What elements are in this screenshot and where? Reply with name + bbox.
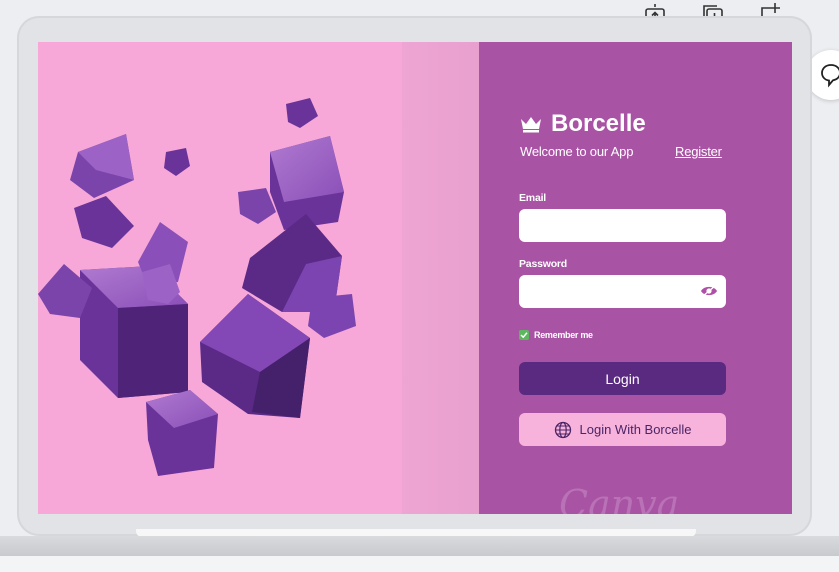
brand-name: Borcelle: [551, 110, 646, 137]
welcome-text: Welcome to our App: [520, 144, 634, 159]
email-label: Email: [519, 192, 547, 204]
laptop-shadow: [0, 556, 839, 572]
comment-icon: [821, 64, 839, 88]
laptop-base: [0, 536, 839, 556]
check-icon: [520, 332, 528, 339]
crown-icon: [519, 115, 543, 133]
art-edge-shadow: [402, 42, 480, 514]
password-label: Password: [519, 258, 568, 270]
remember-me[interactable]: Remember me: [519, 330, 593, 340]
remember-checkbox[interactable]: [519, 330, 529, 340]
globe-icon: [554, 421, 571, 438]
login-button[interactable]: Login: [519, 362, 726, 395]
canva-watermark: Canva: [559, 482, 680, 514]
register-link[interactable]: Register: [675, 144, 722, 159]
eye-icon[interactable]: [700, 284, 718, 298]
remember-label: Remember me: [534, 330, 593, 340]
login-with-borcelle-button[interactable]: Login With Borcelle: [519, 413, 726, 446]
login-button-label: Login: [605, 370, 640, 387]
email-field[interactable]: [519, 209, 726, 242]
cubes-illustration: [38, 42, 402, 514]
cubes-image: [38, 98, 356, 476]
login-panel: Borcelle Welcome to our App Register Ema…: [479, 42, 792, 514]
login-with-borcelle-label: Login With Borcelle: [579, 422, 692, 437]
brand: Borcelle: [519, 110, 646, 138]
login-screen: Borcelle Welcome to our App Register Ema…: [38, 42, 792, 514]
password-field[interactable]: [519, 275, 726, 308]
